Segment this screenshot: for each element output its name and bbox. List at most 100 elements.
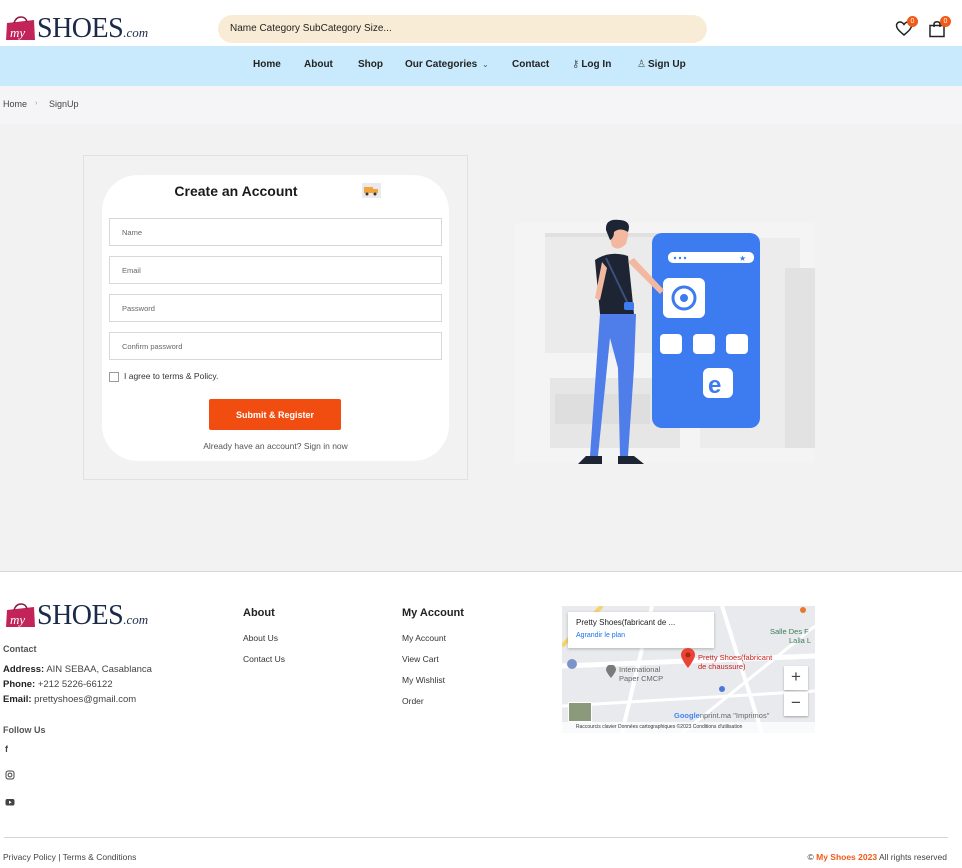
site-logo[interactable]: my SHOES .com — [4, 12, 149, 44]
search-input[interactable]: Name Category SubCategory Size... — [218, 15, 707, 43]
nav-login-label: Log In — [581, 59, 612, 70]
logo-bag-icon: my — [4, 16, 37, 42]
map-pin-label-line2: de chaussure) — [698, 662, 746, 671]
nav-contact[interactable]: Contact — [512, 46, 549, 86]
copyright-brand[interactable]: My Shoes 2023 — [816, 852, 877, 862]
footer-logo-suffix: .com — [123, 612, 149, 627]
footer-link-view-cart[interactable]: View Cart — [402, 654, 439, 664]
map-poi-imprimos: Googlenprint.ma "Imprimos" — [674, 711, 770, 720]
about-heading: About — [243, 607, 275, 619]
map-pin-label: Pretty Shoes(fabricant de chaussure) — [698, 653, 772, 671]
phone-value: +212 5226-66122 — [37, 679, 113, 690]
svg-text:my: my — [10, 25, 25, 40]
svg-text:e: e — [708, 372, 721, 399]
delivery-truck-icon — [362, 183, 381, 198]
nav-our-categories[interactable]: Our Categories ⌄ — [405, 46, 491, 86]
email-line: Email: prettyshoes@gmail.com — [3, 694, 136, 705]
password-field[interactable] — [109, 294, 442, 322]
map-poi-1-line1: International — [619, 665, 661, 674]
map-poi-1-line2: Paper CMCP — [619, 674, 664, 683]
follow-heading: Follow Us — [3, 725, 46, 735]
cart-button[interactable]: 0 — [928, 16, 951, 38]
map-enlarge-link[interactable]: Agrandir le plan — [576, 632, 625, 639]
user-icon: ♙ — [637, 59, 646, 70]
cart-count-badge: 0 — [940, 16, 951, 27]
map-poi-salle: Salle Des F Lalla L — [770, 627, 811, 645]
nav-our-categories-label: Our Categories — [405, 59, 478, 70]
instagram-icon[interactable] — [5, 770, 15, 780]
map-zoom-out-button[interactable]: − — [784, 692, 808, 716]
key-icon: ⚷ — [572, 59, 580, 70]
bottom-divider — [4, 837, 948, 838]
email-field[interactable] — [109, 256, 442, 284]
map-poi-international-paper: International Paper CMCP — [619, 665, 663, 683]
phone-line: Phone: +212 5226-66122 — [3, 679, 113, 690]
nav-signup-label: Sign Up — [647, 59, 686, 70]
nav-home[interactable]: Home — [253, 46, 281, 86]
map-poi-3-prefix: nprint.ma — [699, 711, 732, 720]
footer-link-about-us[interactable]: About Us — [243, 633, 278, 643]
footer-link-order[interactable]: Order — [402, 696, 424, 706]
signin-link[interactable]: Already have an account? Sign in now — [102, 441, 449, 451]
logo-text: SHOES — [37, 13, 124, 44]
facebook-icon[interactable]: f — [5, 744, 15, 754]
footer-logo-text: SHOES — [37, 600, 124, 631]
agree-label: I agree to terms & Policy. — [124, 371, 219, 381]
name-field[interactable] — [109, 218, 442, 246]
main-nav: Home About Shop Our Categories ⌄ Contact… — [0, 46, 962, 86]
map-google-logo: Google — [674, 711, 700, 720]
submit-register-button[interactable]: Submit & Register — [209, 399, 341, 430]
map-footer: Raccourcis clavier Données cartographiqu… — [562, 722, 815, 733]
poi-marker-icon — [606, 665, 616, 678]
breadcrumb: Home › SignUp — [0, 86, 962, 124]
youtube-icon[interactable] — [5, 797, 15, 807]
breadcrumb-current: SignUp — [49, 99, 79, 109]
svg-text:my: my — [10, 612, 25, 627]
breadcrumb-home[interactable]: Home — [3, 86, 27, 122]
footer-link-contact-us[interactable]: Contact Us — [243, 654, 285, 664]
map-pin-icon[interactable] — [681, 648, 695, 668]
address-value: AIN SEBAA, Casablanca — [46, 664, 152, 675]
address-line: Address: AIN SEBAA, Casablanca — [3, 664, 152, 675]
wishlist-count-badge: 0 — [907, 16, 918, 27]
map-zoom-in-button[interactable]: + — [784, 666, 808, 690]
signup-illustration: ★ e — [515, 219, 815, 464]
nav-login[interactable]: ⚷ Log In — [572, 46, 611, 86]
nav-about[interactable]: About — [304, 46, 333, 86]
form-title: Create an Account — [174, 183, 298, 199]
nav-signup[interactable]: ♙ Sign Up — [637, 46, 686, 86]
map-poi-3: Imprimos — [735, 711, 767, 720]
map-poi-2-line1: Salle Des F — [770, 627, 809, 636]
copyright-suffix: All rights reserved — [878, 852, 947, 862]
svg-text:★: ★ — [739, 254, 746, 263]
email-label: Email: — [3, 694, 32, 705]
address-label: Address: — [3, 664, 45, 675]
email-value: prettyshoes@gmail.com — [34, 694, 137, 705]
logo-suffix: .com — [123, 25, 149, 40]
legal-links[interactable]: Privacy Policy | Terms & Conditions — [3, 852, 136, 862]
footer-logo[interactable]: my SHOES .com — [4, 599, 149, 631]
contact-heading: Contact — [3, 644, 37, 654]
map-place-card: Pretty Shoes(fabricant de ... Agrandir l… — [568, 612, 714, 648]
confirm-password-field[interactable] — [109, 332, 442, 360]
footer-logo-bag-icon: my — [4, 603, 37, 629]
signup-card: Create an Account I agree to terms & Pol… — [102, 175, 449, 461]
site-header: my SHOES .com Name Category SubCategory … — [0, 0, 962, 46]
phone-label: Phone: — [3, 679, 36, 690]
map-poi-2-line2: Lalla L — [789, 636, 812, 645]
chevron-down-icon: ⌄ — [482, 60, 489, 69]
footer-link-my-wishlist[interactable]: My Wishlist — [402, 675, 445, 685]
signup-panel: Create an Account I agree to terms & Pol… — [83, 155, 468, 480]
agree-checkbox[interactable] — [109, 372, 119, 382]
wishlist-button[interactable]: 0 — [895, 16, 918, 38]
my-account-heading: My Account — [402, 607, 464, 619]
copyright-symbol: © — [807, 852, 814, 862]
nav-shop[interactable]: Shop — [358, 46, 383, 86]
signup-section: Create an Account I agree to terms & Pol… — [0, 124, 962, 571]
satellite-toggle[interactable] — [568, 702, 592, 722]
chevron-right-icon: › — [35, 100, 38, 107]
copyright: © My Shoes 2023 All rights reserved — [807, 852, 947, 862]
location-map[interactable]: Pretty Shoes(fabricant de ... Agrandir l… — [562, 606, 815, 733]
footer-link-my-account[interactable]: My Account — [402, 633, 446, 643]
map-place-title: Pretty Shoes(fabricant de ... — [576, 618, 676, 627]
